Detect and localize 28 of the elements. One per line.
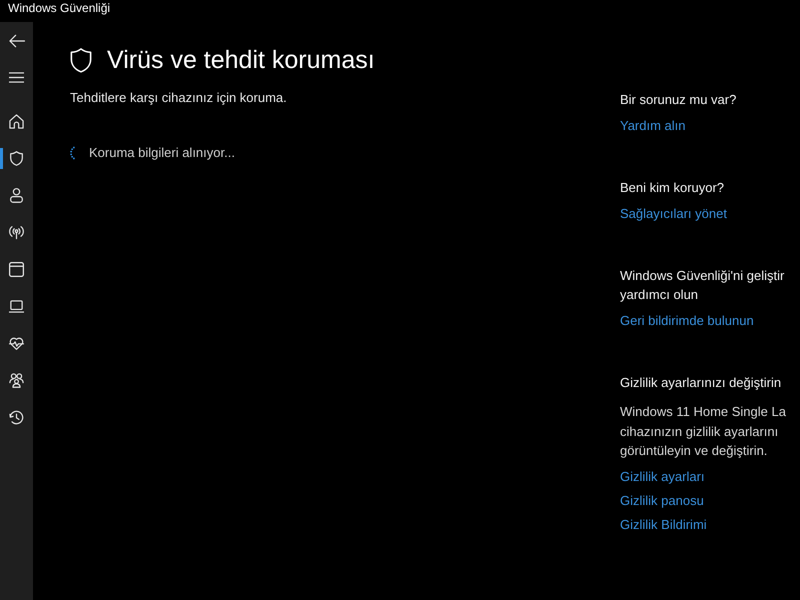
back-arrow-icon [8,34,24,48]
text-link[interactable]: Yardım alın [620,116,686,135]
section-heading: Beni kim koruyor? [620,179,726,197]
laptop-icon [9,299,24,314]
section-heading: Bir sorunuz mu var? [620,91,738,109]
heart-pulse-icon [9,336,24,351]
text-link[interactable]: Gizlilik ayarları [620,466,705,486]
history-icon [9,410,24,425]
section-heading: Windows Güvenliği'ni geliştir yardımcı olun [620,267,786,304]
loading-spinner-icon [70,146,77,160]
text-link[interactable]: Gizlilik panosu [620,490,704,510]
menu-icon [9,72,24,83]
broadcast-icon [9,225,24,240]
person-icon [9,188,24,203]
section-description: Windows 11 Home Single La cihazınızın gizlilik ayarlarını görüntüleyin ve değiştirin. [620,403,787,460]
browser-window-icon [9,262,24,277]
loading-status-text: Koruma bilgileri alınıyor... [89,144,235,162]
window-title: Windows Güvenliği [8,0,110,16]
section-heading: Gizlilik ayarlarınızı değiştirin [620,374,782,392]
text-link[interactable]: Gizlilik Bildirimi [620,514,707,534]
page-title: Virüs ve tehdit koruması [107,45,375,75]
home-icon [9,114,24,129]
family-icon [9,373,24,388]
shield-icon [70,48,92,72]
shield-icon [9,151,24,166]
page-subtitle: Tehditlere karşı cihazınız için koruma. [70,89,288,107]
text-link[interactable]: Geri bildirimde bulunun [620,311,754,330]
text-link[interactable]: Sağlayıcıları yönet [620,204,727,223]
